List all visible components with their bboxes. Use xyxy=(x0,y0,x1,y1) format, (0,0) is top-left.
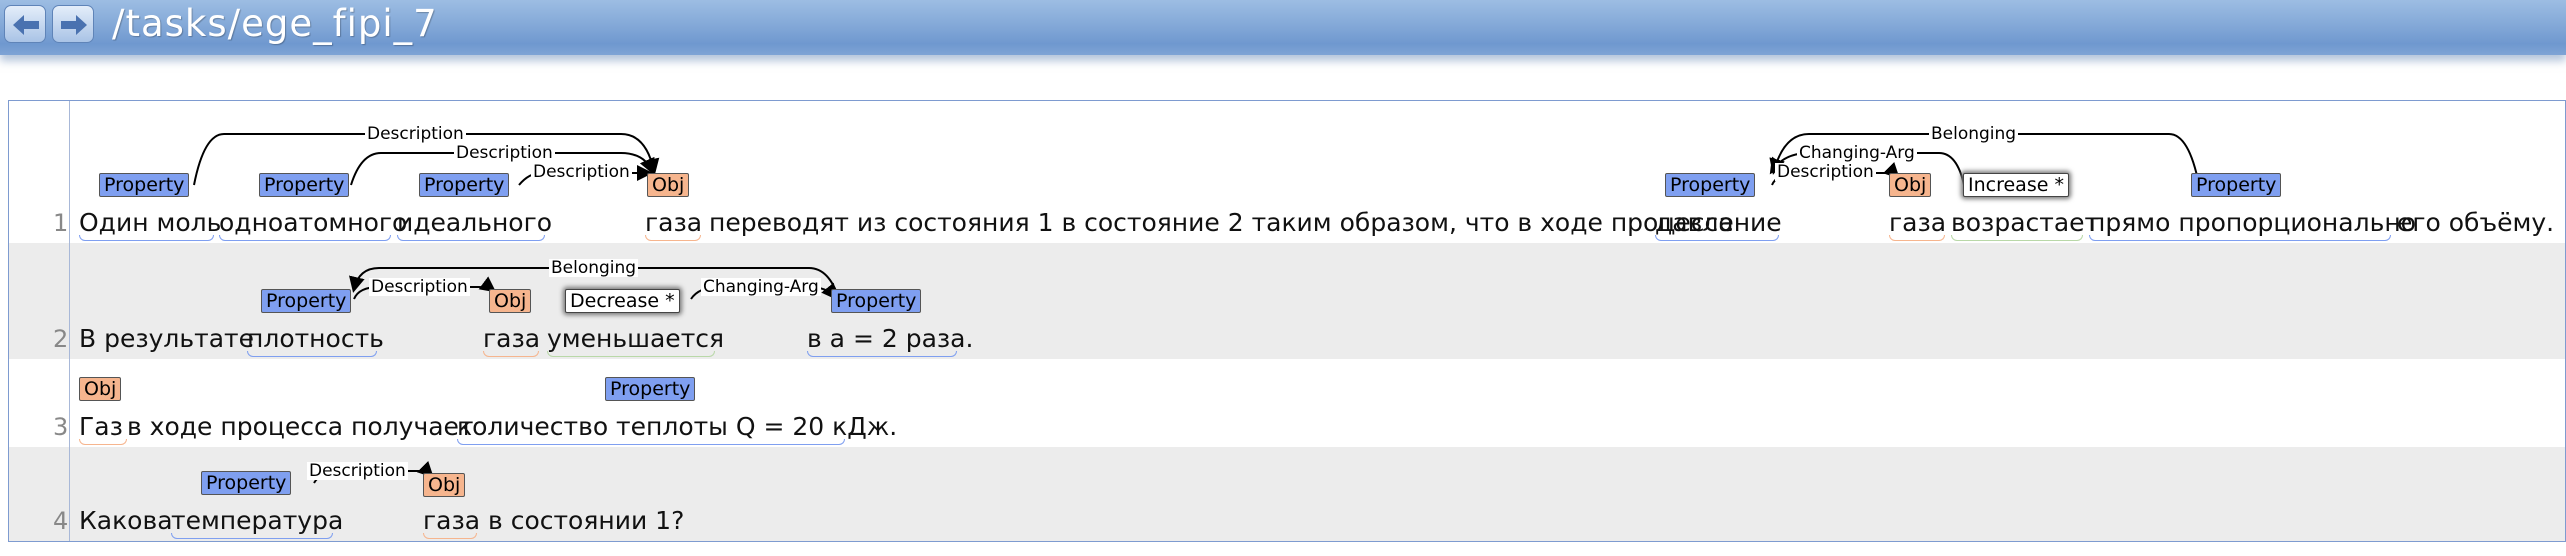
token[interactable]: газа xyxy=(483,325,540,353)
span-underline xyxy=(2089,235,2391,241)
span-underline xyxy=(171,533,333,539)
span-underline xyxy=(1951,235,2083,241)
token[interactable]: прямо пропорционально xyxy=(2089,209,2416,237)
relation-label: Description xyxy=(1775,162,1876,182)
token[interactable]: возрастает xyxy=(1951,209,2099,237)
relation-label: Description xyxy=(454,143,555,163)
span-label-decrease[interactable]: Decrease * xyxy=(565,289,680,313)
span-label-obj[interactable]: Obj xyxy=(1889,173,1932,197)
relation-label: Belonging xyxy=(549,258,639,278)
relation-label: Description xyxy=(531,162,632,182)
token[interactable]: плотность xyxy=(247,325,384,353)
token[interactable]: в ходе процесса получает xyxy=(127,413,474,441)
back-button[interactable] xyxy=(4,5,46,43)
forward-button[interactable] xyxy=(52,5,94,43)
token[interactable]: уменьшается xyxy=(547,325,724,353)
token[interactable]: давление xyxy=(1655,209,1782,237)
token[interactable]: В результате xyxy=(79,325,254,353)
span-underline xyxy=(79,235,214,241)
span-label-property[interactable]: Property xyxy=(1665,173,1756,197)
span-underline xyxy=(247,351,377,357)
span-underline xyxy=(1889,235,1945,241)
token[interactable]: газа в состоянии 1? xyxy=(423,507,684,535)
toolbar: /tasks/ege_fipi_7 xyxy=(0,0,2566,55)
annotation-document: 1 2 3 4 Description Description Descript… xyxy=(8,100,2566,542)
span-underline xyxy=(457,439,845,445)
span-label-property[interactable]: Property xyxy=(419,173,510,197)
relation-label: Changing-Arg xyxy=(1797,143,1917,163)
token[interactable]: Газ xyxy=(79,413,123,441)
token[interactable]: одноатомного xyxy=(219,209,407,237)
token[interactable]: идеального xyxy=(397,209,552,237)
relation-label: Description xyxy=(307,461,408,481)
token[interactable]: Один моль xyxy=(79,209,221,237)
span-underline xyxy=(1655,235,1779,241)
span-underline xyxy=(483,351,539,357)
relation-label: Description xyxy=(365,124,466,144)
span-label-property[interactable]: Property xyxy=(2191,173,2282,197)
span-underline xyxy=(79,439,127,445)
span-underline xyxy=(219,235,391,241)
span-label-property[interactable]: Property xyxy=(99,173,190,197)
span-underline xyxy=(547,351,715,357)
span-label-obj[interactable]: Obj xyxy=(79,377,122,401)
span-label-obj[interactable]: Obj xyxy=(489,289,532,313)
arrow-right-icon xyxy=(61,15,87,35)
span-label-obj[interactable]: Obj xyxy=(423,473,466,497)
relation-label: Belonging xyxy=(1929,124,2019,144)
span-label-property[interactable]: Property xyxy=(259,173,350,197)
token[interactable]: газа xyxy=(1889,209,1946,237)
token[interactable]: количество теплоты Q = 20 кДж. xyxy=(457,413,897,441)
span-label-property[interactable]: Property xyxy=(605,377,696,401)
token[interactable]: в a = 2 раза. xyxy=(807,325,973,353)
span-label-obj[interactable]: Obj xyxy=(647,173,690,197)
token[interactable]: Какова xyxy=(79,507,173,535)
span-underline xyxy=(397,235,545,241)
arrow-left-icon xyxy=(13,15,39,35)
token[interactable]: переводят из состояния 1 в состояние 2 т… xyxy=(709,209,1734,237)
document-path: /tasks/ege_fipi_7 xyxy=(112,2,438,45)
span-underline xyxy=(807,351,957,357)
span-label-property[interactable]: Property xyxy=(261,289,352,313)
span-label-property[interactable]: Property xyxy=(201,471,292,495)
span-underline xyxy=(423,533,477,539)
token[interactable]: температура xyxy=(171,507,343,535)
relation-label: Changing-Arg xyxy=(701,277,821,297)
token[interactable]: газа xyxy=(645,209,702,237)
span-underline xyxy=(645,235,701,241)
relation-label: Description xyxy=(369,277,470,297)
span-label-increase[interactable]: Increase * xyxy=(1963,173,2069,197)
span-label-property[interactable]: Property xyxy=(831,289,922,313)
token[interactable]: его объёму. xyxy=(2397,209,2554,237)
